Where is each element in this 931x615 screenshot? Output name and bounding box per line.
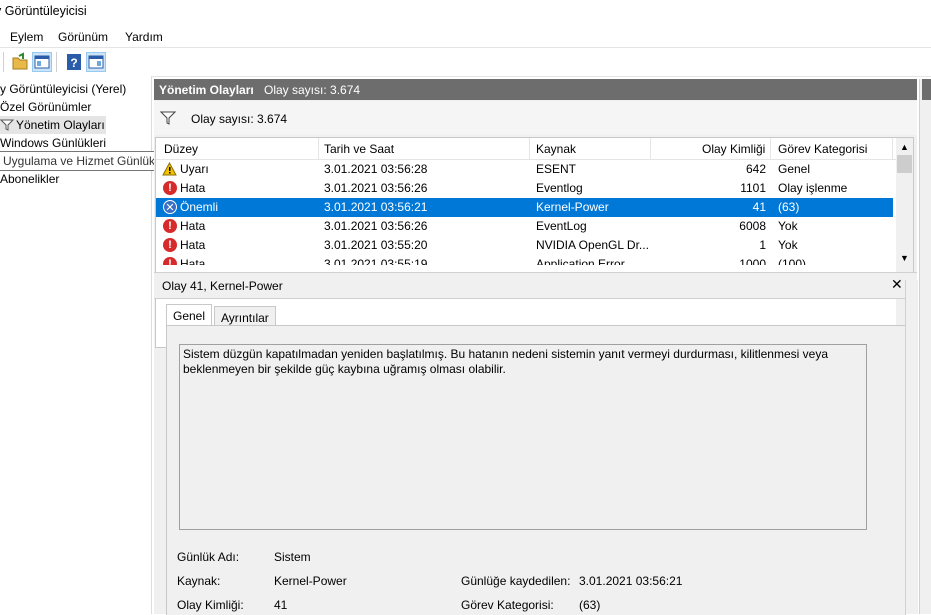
show-hide-tree-button[interactable] [32, 52, 52, 72]
panel-title: Yönetim Olayları [159, 83, 254, 97]
help-button[interactable]: ? [64, 52, 84, 72]
close-icon[interactable]: ✕ [891, 276, 903, 293]
center-panel: Yönetim Olayları Olay sayısı: 3.674 Olay… [154, 79, 918, 615]
logged-value: 3.01.2021 03:56:21 [579, 574, 683, 588]
toolbar: ? [0, 47, 931, 77]
tree-item-root[interactable]: y Görüntüleyicisi (Yerel) [0, 80, 126, 98]
tooltip: Uygulama ve Hizmet Günlükleri [0, 151, 177, 171]
filter-label: Olay sayısı: 3.674 [191, 112, 288, 126]
grid-header: Düzey Tarih ve Saat Kaynak Olay Kimliği … [156, 138, 896, 160]
menu-bar: Eylem Görünüm Yardım [0, 26, 931, 46]
title-bar: y Görüntüleyicisi [0, 0, 931, 24]
tree-item-custom-views[interactable]: Özel Görünümler [0, 98, 91, 116]
filter-bar: Olay sayısı: 3.674 [154, 101, 917, 135]
table-row[interactable]: ! Hata 3.01.2021 03:56:26 Eventlog 1101 … [156, 179, 893, 198]
filter-icon [160, 111, 176, 125]
error-icon: ! [163, 219, 177, 233]
warning-icon [162, 162, 177, 176]
tree-item-subscriptions[interactable]: Abonelikler [0, 170, 59, 188]
help-icon: ? [67, 54, 81, 70]
log-name-value: Sistem [274, 550, 311, 564]
svg-text:?: ? [70, 56, 77, 70]
panel-count: Olay sayısı: 3.674 [264, 83, 361, 97]
menu-gorunum[interactable]: Görünüm [58, 30, 108, 44]
scroll-thumb[interactable] [897, 155, 912, 173]
tree-item-admin-events[interactable]: Yönetim Olayları [0, 116, 106, 134]
tab-ayrintilar[interactable]: Ayrıntılar [214, 306, 276, 326]
tab-genel[interactable]: Genel [166, 304, 213, 326]
detail-header: Olay 41, Kernel-Power ✕ [154, 272, 917, 299]
log-name-label: Günlük Adı: [177, 550, 240, 564]
menu-eylem[interactable]: Eylem [10, 30, 43, 44]
table-row-selected[interactable]: ✕ Önemli 3.01.2021 03:56:21 Kernel-Power… [156, 198, 893, 217]
window-title: y Görüntüleyicisi [0, 4, 87, 18]
col-event-id[interactable]: Olay Kimliği [702, 142, 765, 156]
tree-item-windows-logs[interactable]: Windows Günlükleri [0, 134, 106, 152]
table-row[interactable]: ! Hata 3.01.2021 03:55:20 NVIDIA OpenGL … [156, 236, 893, 255]
col-task-category[interactable]: Görev Kategorisi [778, 142, 867, 156]
event-id-value: 41 [274, 598, 288, 612]
open-folder-button[interactable] [10, 52, 30, 72]
event-id-label: Olay Kimliği: [177, 598, 244, 612]
menu-yardim[interactable]: Yardım [125, 30, 163, 44]
event-description[interactable]: Sistem düzgün kapatılmadan yeniden başla… [179, 344, 867, 530]
actions-pane [919, 79, 931, 614]
console-tree-icon [34, 55, 50, 69]
error-icon: ! [163, 238, 177, 252]
task-category-value: (63) [579, 598, 601, 612]
actions-header [922, 79, 931, 100]
col-source[interactable]: Kaynak [536, 142, 576, 156]
scroll-down-icon[interactable]: ▼ [900, 253, 909, 263]
col-level[interactable]: Düzey [164, 142, 198, 156]
filter-icon [0, 119, 14, 131]
table-row[interactable]: ! Hata 3.01.2021 03:56:26 EventLog 6008 … [156, 217, 893, 236]
task-category-label: Görev Kategorisi: [461, 598, 554, 612]
source-value: Kernel-Power [274, 574, 347, 588]
error-icon: ! [163, 181, 177, 195]
panel-header: Yönetim Olayları Olay sayısı: 3.674 [154, 79, 917, 100]
critical-icon: ✕ [163, 200, 177, 214]
table-row[interactable]: Uyarı 3.01.2021 03:56:28 ESENT 642 Genel [156, 160, 893, 179]
scroll-up-icon[interactable]: ▲ [900, 142, 909, 152]
col-date[interactable]: Tarih ve Saat [324, 142, 394, 156]
source-label: Kaynak: [177, 574, 221, 588]
show-action-pane-button[interactable] [86, 52, 106, 72]
action-pane-icon [88, 55, 104, 69]
folder-icon [12, 52, 28, 70]
logged-label: Günlüğe kaydedilen: [461, 574, 571, 588]
console-tree: y Görüntüleyicisi (Yerel) Özel Görünümle… [0, 76, 177, 614]
detail-title: Olay 41, Kernel-Power [162, 279, 283, 293]
detail-vertical-scrollbar[interactable] [905, 280, 918, 614]
